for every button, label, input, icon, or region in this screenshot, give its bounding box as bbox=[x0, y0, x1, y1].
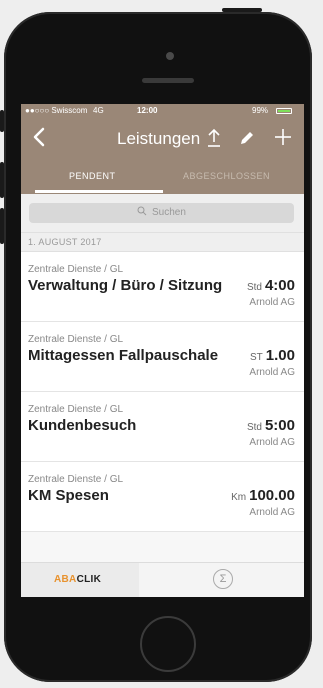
date-header-label: 1. AUGUST 2017 bbox=[28, 237, 102, 247]
battery-icon bbox=[276, 108, 292, 114]
entry-unit: ST bbox=[250, 352, 263, 363]
entry-unit: Km bbox=[231, 492, 247, 503]
status-bar: ●●○○○ Swisscom 4G 12:00 99% bbox=[21, 104, 304, 118]
active-tab-indicator bbox=[35, 190, 163, 193]
network-label: 4G bbox=[93, 106, 104, 115]
entry-title: KM Spesen bbox=[28, 487, 109, 504]
volume-up-button bbox=[0, 162, 4, 198]
entry-unit: Std bbox=[246, 422, 262, 433]
entry-category: Zentrale Dienste / GL bbox=[28, 264, 124, 275]
front-camera bbox=[166, 52, 174, 60]
entry-unit: Std bbox=[246, 282, 262, 293]
search-area: Suchen bbox=[21, 194, 304, 232]
search-icon bbox=[137, 206, 147, 219]
pencil-icon[interactable] bbox=[239, 130, 255, 150]
entry-company: Arnold AG bbox=[249, 297, 295, 308]
brand-accent: ABA bbox=[54, 574, 77, 585]
entry-amount: Std 4:00 bbox=[247, 277, 295, 295]
list-item[interactable]: Zentrale Dienste / GL KM Spesen Km 100.00… bbox=[21, 462, 304, 532]
chevron-left-icon[interactable] bbox=[33, 127, 45, 151]
entry-title: Kundenbesuch bbox=[28, 417, 137, 434]
entry-amount: Std 5:00 bbox=[247, 417, 295, 435]
list-item[interactable]: Zentrale Dienste / GL Kundenbesuch Std 5:… bbox=[21, 392, 304, 462]
clock: 12:00 bbox=[137, 106, 158, 115]
entry-company: Arnold AG bbox=[249, 437, 295, 448]
segment-tabs: PENDENT ABGESCHLOSSEN bbox=[21, 160, 304, 194]
tab-abaclik[interactable]: ABACLIK bbox=[21, 563, 139, 597]
entry-company: Arnold AG bbox=[249, 367, 295, 378]
navigation-bar: Leistungen bbox=[21, 118, 304, 160]
earpiece-speaker bbox=[142, 78, 194, 83]
search-placeholder: Suchen bbox=[152, 207, 186, 218]
mute-switch bbox=[0, 110, 4, 132]
entry-category: Zentrale Dienste / GL bbox=[28, 474, 124, 485]
list-item[interactable]: Zentrale Dienste / GL Mittagessen Fallpa… bbox=[21, 322, 304, 392]
entry-value: 4:00 bbox=[264, 277, 295, 294]
entry-value: 1.00 bbox=[265, 347, 295, 364]
plus-icon[interactable] bbox=[274, 128, 292, 150]
upload-icon[interactable] bbox=[207, 128, 221, 152]
entry-title: Mittagessen Fallpauschale bbox=[28, 347, 219, 364]
entry-title: Verwaltung / Büro / Sitzung bbox=[28, 277, 223, 294]
entry-amount: ST 1.00 bbox=[250, 347, 295, 365]
entry-value: 100.00 bbox=[249, 487, 295, 504]
sigma-icon[interactable]: Σ bbox=[213, 569, 233, 589]
entry-value: 5:00 bbox=[264, 417, 295, 434]
home-button[interactable] bbox=[140, 616, 196, 672]
brand-rest: CLIK bbox=[76, 574, 102, 585]
carrier-label: ●●○○○ Swisscom bbox=[25, 106, 88, 115]
date-section-header: 1. AUGUST 2017 bbox=[21, 232, 304, 252]
bottom-tab-bar: ABACLIK Σ bbox=[21, 562, 304, 597]
battery-percent: 99% bbox=[252, 106, 269, 115]
entry-company: Arnold AG bbox=[249, 507, 295, 518]
app-screen: ●●○○○ Swisscom 4G 12:00 99% Leistungen P… bbox=[21, 104, 304, 597]
entries-list: Zentrale Dienste / GL Verwaltung / Büro … bbox=[21, 252, 304, 532]
power-button bbox=[222, 8, 262, 12]
entry-amount: Km 100.00 bbox=[231, 487, 295, 505]
search-input[interactable]: Suchen bbox=[29, 203, 294, 223]
entry-category: Zentrale Dienste / GL bbox=[28, 404, 124, 415]
volume-down-button bbox=[0, 208, 4, 244]
abaclik-logo: ABACLIK bbox=[54, 574, 101, 585]
tab-abgeschlossen[interactable]: ABGESCHLOSSEN bbox=[183, 171, 270, 181]
tab-pendent[interactable]: PENDENT bbox=[69, 171, 116, 181]
page-title: Leistungen bbox=[117, 129, 201, 148]
entry-category: Zentrale Dienste / GL bbox=[28, 334, 124, 345]
list-item[interactable]: Zentrale Dienste / GL Verwaltung / Büro … bbox=[21, 252, 304, 322]
